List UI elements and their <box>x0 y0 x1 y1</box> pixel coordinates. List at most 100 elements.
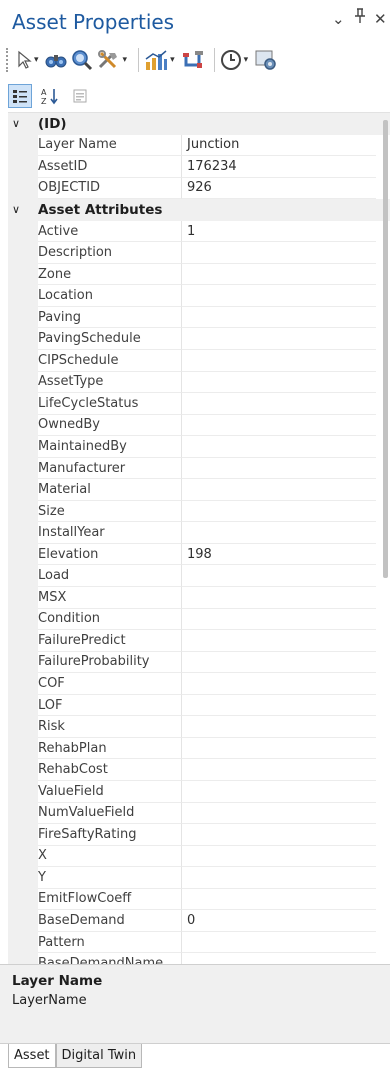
find-button[interactable] <box>45 46 67 74</box>
property-row[interactable]: Risk <box>8 716 390 738</box>
property-row[interactable]: LOF <box>8 694 390 717</box>
property-row[interactable]: BaseDemandName <box>8 953 390 964</box>
settings-button[interactable] <box>254 46 278 74</box>
property-row[interactable]: Description <box>8 242 390 264</box>
property-value[interactable] <box>182 307 376 329</box>
chevron-down-icon[interactable]: ▾ <box>244 55 249 65</box>
chart-button[interactable]: ▾ <box>144 46 177 74</box>
categorized-view-button[interactable] <box>8 84 32 108</box>
clock-button[interactable]: ▾ <box>220 46 251 74</box>
property-row[interactable]: Layer Name Junction <box>8 134 390 157</box>
property-value[interactable] <box>182 565 376 588</box>
property-value[interactable] <box>182 695 376 717</box>
select-tool-button[interactable]: ▾ <box>16 46 41 74</box>
property-row[interactable]: Elevation 198 <box>8 543 390 566</box>
property-value[interactable]: 926 <box>182 178 376 200</box>
window-menu-dropdown-icon[interactable]: ⌄ <box>332 10 345 28</box>
property-value[interactable] <box>182 328 376 351</box>
property-row[interactable]: X <box>8 845 390 868</box>
property-value[interactable] <box>182 436 376 458</box>
category-row[interactable]: ∨ (ID) <box>8 113 390 135</box>
property-row[interactable]: OBJECTID 926 <box>8 177 390 200</box>
property-row[interactable]: InstallYear <box>8 522 390 544</box>
tab-digital-twin[interactable]: Digital Twin <box>55 1044 143 1068</box>
pin-icon[interactable] <box>354 8 366 28</box>
property-value[interactable] <box>182 393 376 415</box>
property-row[interactable]: LifeCycleStatus <box>8 393 390 415</box>
property-row[interactable]: EmitFlowCoeff <box>8 888 390 911</box>
property-row[interactable]: NumValueField <box>8 802 390 825</box>
property-value[interactable] <box>182 415 376 437</box>
property-value[interactable] <box>182 738 376 760</box>
property-row[interactable]: MaintainedBy <box>8 436 390 458</box>
property-value[interactable] <box>182 458 376 480</box>
property-row[interactable]: BaseDemand 0 <box>8 910 390 932</box>
property-row[interactable]: FailurePredict <box>8 630 390 652</box>
property-value[interactable] <box>182 673 376 695</box>
chevron-down-icon[interactable]: ▾ <box>170 55 175 65</box>
grid-scrollbar[interactable] <box>383 120 388 578</box>
property-row[interactable]: COF <box>8 673 390 695</box>
property-row[interactable]: Material <box>8 479 390 501</box>
property-value[interactable] <box>182 285 376 307</box>
property-row[interactable]: AssetType <box>8 371 390 394</box>
property-value[interactable] <box>182 350 376 372</box>
property-value[interactable] <box>182 953 376 964</box>
chevron-down-icon[interactable]: ▾ <box>123 55 128 65</box>
property-value[interactable]: 198 <box>182 544 376 566</box>
toolbar-grip[interactable] <box>6 48 10 72</box>
property-pages-button[interactable] <box>68 84 92 108</box>
property-row[interactable]: Zone <box>8 263 390 286</box>
property-row[interactable]: AssetID 176234 <box>8 156 390 178</box>
property-row[interactable]: Size <box>8 500 390 523</box>
property-value[interactable] <box>182 846 376 868</box>
property-value[interactable] <box>182 587 376 609</box>
chevron-down-icon[interactable]: ▾ <box>34 55 39 65</box>
property-row[interactable]: Y <box>8 867 390 889</box>
property-value[interactable] <box>182 803 376 825</box>
property-value[interactable] <box>182 264 376 286</box>
property-value[interactable]: 0 <box>182 910 376 932</box>
property-row[interactable]: PavingSchedule <box>8 328 390 351</box>
property-row[interactable]: MSX <box>8 587 390 609</box>
property-row[interactable]: Load <box>8 565 390 588</box>
property-row[interactable]: FailureProbability <box>8 651 390 674</box>
chevron-down-icon[interactable]: ∨ <box>12 203 20 216</box>
property-row[interactable]: Manufacturer <box>8 457 390 480</box>
property-row[interactable]: FireSaftyRating <box>8 824 390 846</box>
property-value[interactable] <box>182 824 376 846</box>
property-value[interactable]: 1 <box>182 221 376 243</box>
close-icon[interactable]: ✕ <box>374 10 387 28</box>
property-value[interactable] <box>182 501 376 523</box>
property-value[interactable] <box>182 522 376 544</box>
property-value[interactable] <box>182 242 376 264</box>
tools-button[interactable]: ▾ <box>97 46 130 74</box>
alphabetical-view-button[interactable]: AZ <box>38 84 62 108</box>
property-value[interactable]: Junction <box>182 135 376 157</box>
property-value[interactable]: 176234 <box>182 156 376 178</box>
property-value[interactable] <box>182 889 376 911</box>
property-row[interactable]: OwnedBy <box>8 414 390 437</box>
property-row[interactable]: Pattern <box>8 931 390 954</box>
property-value[interactable] <box>182 781 376 803</box>
property-row[interactable]: Active 1 <box>8 220 390 243</box>
property-row[interactable]: Condition <box>8 608 390 631</box>
property-value[interactable] <box>182 630 376 652</box>
property-value[interactable] <box>182 759 376 781</box>
property-row[interactable]: Paving <box>8 306 390 329</box>
property-value[interactable] <box>182 932 376 954</box>
zoom-button[interactable] <box>71 46 93 74</box>
property-row[interactable]: RehabCost <box>8 759 390 781</box>
property-value[interactable] <box>182 652 376 674</box>
property-row[interactable]: Location <box>8 285 390 307</box>
tab-asset[interactable]: Asset <box>8 1044 56 1068</box>
property-row[interactable]: ValueField <box>8 780 390 803</box>
category-row[interactable]: ∨ Asset Attributes <box>8 199 390 221</box>
property-value[interactable] <box>182 609 376 631</box>
property-value[interactable] <box>182 716 376 738</box>
property-value[interactable] <box>182 867 376 889</box>
property-row[interactable]: CIPSchedule <box>8 350 390 372</box>
chevron-down-icon[interactable]: ∨ <box>12 117 20 130</box>
property-row[interactable]: RehabPlan <box>8 737 390 760</box>
property-value[interactable] <box>182 372 376 394</box>
